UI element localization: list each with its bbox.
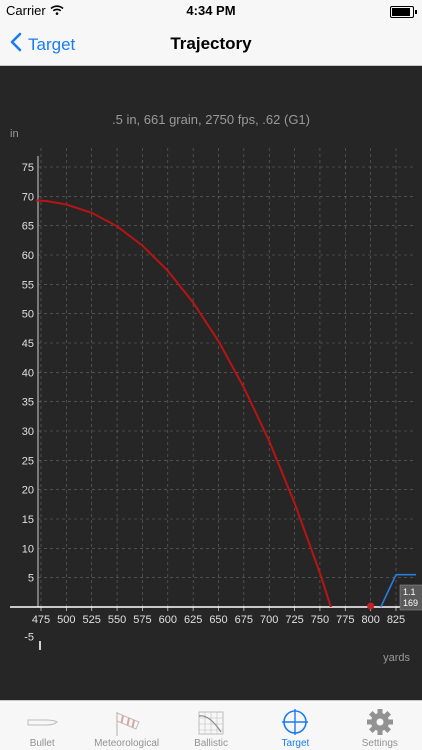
readout-line-1: 1.1 — [403, 587, 416, 597]
tab-label: Bullet — [29, 738, 55, 749]
axes — [10, 156, 416, 650]
battery-level-fill — [392, 8, 410, 16]
x-tick-label: 725 — [285, 614, 303, 626]
x-tick-label: 625 — [184, 614, 202, 626]
ballistic-grid-icon — [193, 710, 229, 738]
y-tick-label: 55 — [22, 279, 34, 291]
windsock-icon — [109, 710, 145, 738]
navigation-bar: Target Trajectory — [0, 22, 422, 66]
x-tick-label: 775 — [336, 614, 354, 626]
x-tick-label: 700 — [260, 614, 278, 626]
y-tick-label: 25 — [22, 455, 34, 467]
battery-icon — [390, 6, 417, 18]
x-tick-label: 525 — [83, 614, 101, 626]
y-tick-label: 5 — [28, 573, 34, 585]
tab-target[interactable]: Target — [253, 701, 337, 750]
chart-title: .5 in, 661 grain, 2750 fps, .62 (G1) — [112, 112, 310, 127]
grid-lines — [38, 148, 416, 607]
x-tick-label: 600 — [159, 614, 177, 626]
tab-label: Ballistic — [194, 738, 228, 749]
x-tick-label: 500 — [57, 614, 75, 626]
y-axis-label: in — [10, 128, 19, 140]
y-tick-label: 15 — [22, 514, 34, 526]
x-tick-label: 750 — [311, 614, 329, 626]
y-tick-label: -5 — [24, 631, 34, 643]
x-tick-label: 575 — [133, 614, 151, 626]
target-crosshair-icon — [277, 708, 313, 738]
tab-label: Settings — [361, 738, 398, 749]
back-button[interactable]: Target — [10, 32, 75, 57]
x-tick-label: 800 — [361, 614, 379, 626]
tab-label: Meteorological — [94, 738, 160, 749]
readout-line-2: 169 — [403, 598, 418, 608]
y-tick-label: 10 — [22, 543, 34, 555]
marker-layer — [367, 602, 375, 610]
trajectory-chart-svg: .5 in, 661 grain, 2750 fps, .62 (G1) in … — [10, 112, 422, 664]
status-time: 4:34 PM — [186, 3, 236, 18]
y-tick-label: 65 — [22, 221, 34, 233]
target-marker[interactable] — [367, 602, 375, 610]
x-axis-label: yards — [383, 652, 410, 664]
tab-bullet[interactable]: Bullet — [0, 701, 84, 750]
trajectory-chart[interactable]: .5 in, 661 grain, 2750 fps, .62 (G1) in … — [0, 66, 422, 700]
tab-ballistic[interactable]: Ballistic — [169, 701, 253, 750]
tick-labels: -5 5 10 15 20 25 30 35 40 45 50 55 60 65 70 75 475 500 525… — [22, 162, 405, 643]
y-tick-label: 45 — [22, 338, 34, 350]
gear-icon — [362, 708, 398, 738]
tab-bar: Bullet Meteorological Ballistic Target Setti… — [0, 700, 422, 750]
y-tick-label: 30 — [22, 426, 34, 438]
chevron-left-icon — [10, 32, 22, 57]
x-tick-label: 550 — [108, 614, 126, 626]
x-tick-label: 825 — [387, 614, 405, 626]
tab-label: Target — [281, 738, 310, 749]
x-tick-label: 475 — [32, 614, 50, 626]
tab-settings[interactable]: Settings — [338, 701, 422, 750]
value-readout: 1.1 169 — [399, 584, 422, 611]
x-tick-label: 675 — [235, 614, 253, 626]
bullet-icon — [24, 712, 60, 738]
x-tick-label: 650 — [209, 614, 227, 626]
y-tick-label: 20 — [22, 485, 34, 497]
y-tick-label: 35 — [22, 397, 34, 409]
tab-meteorological[interactable]: Meteorological — [84, 701, 168, 750]
y-tick-label: 60 — [22, 250, 34, 262]
back-button-label: Target — [28, 34, 76, 54]
status-bar: Carrier 4:34 PM — [0, 0, 422, 22]
y-tick-label: 50 — [22, 309, 34, 321]
y-tick-label: 75 — [22, 162, 34, 174]
y-tick-label: 70 — [22, 191, 34, 203]
y-tick-label: 40 — [22, 367, 34, 379]
